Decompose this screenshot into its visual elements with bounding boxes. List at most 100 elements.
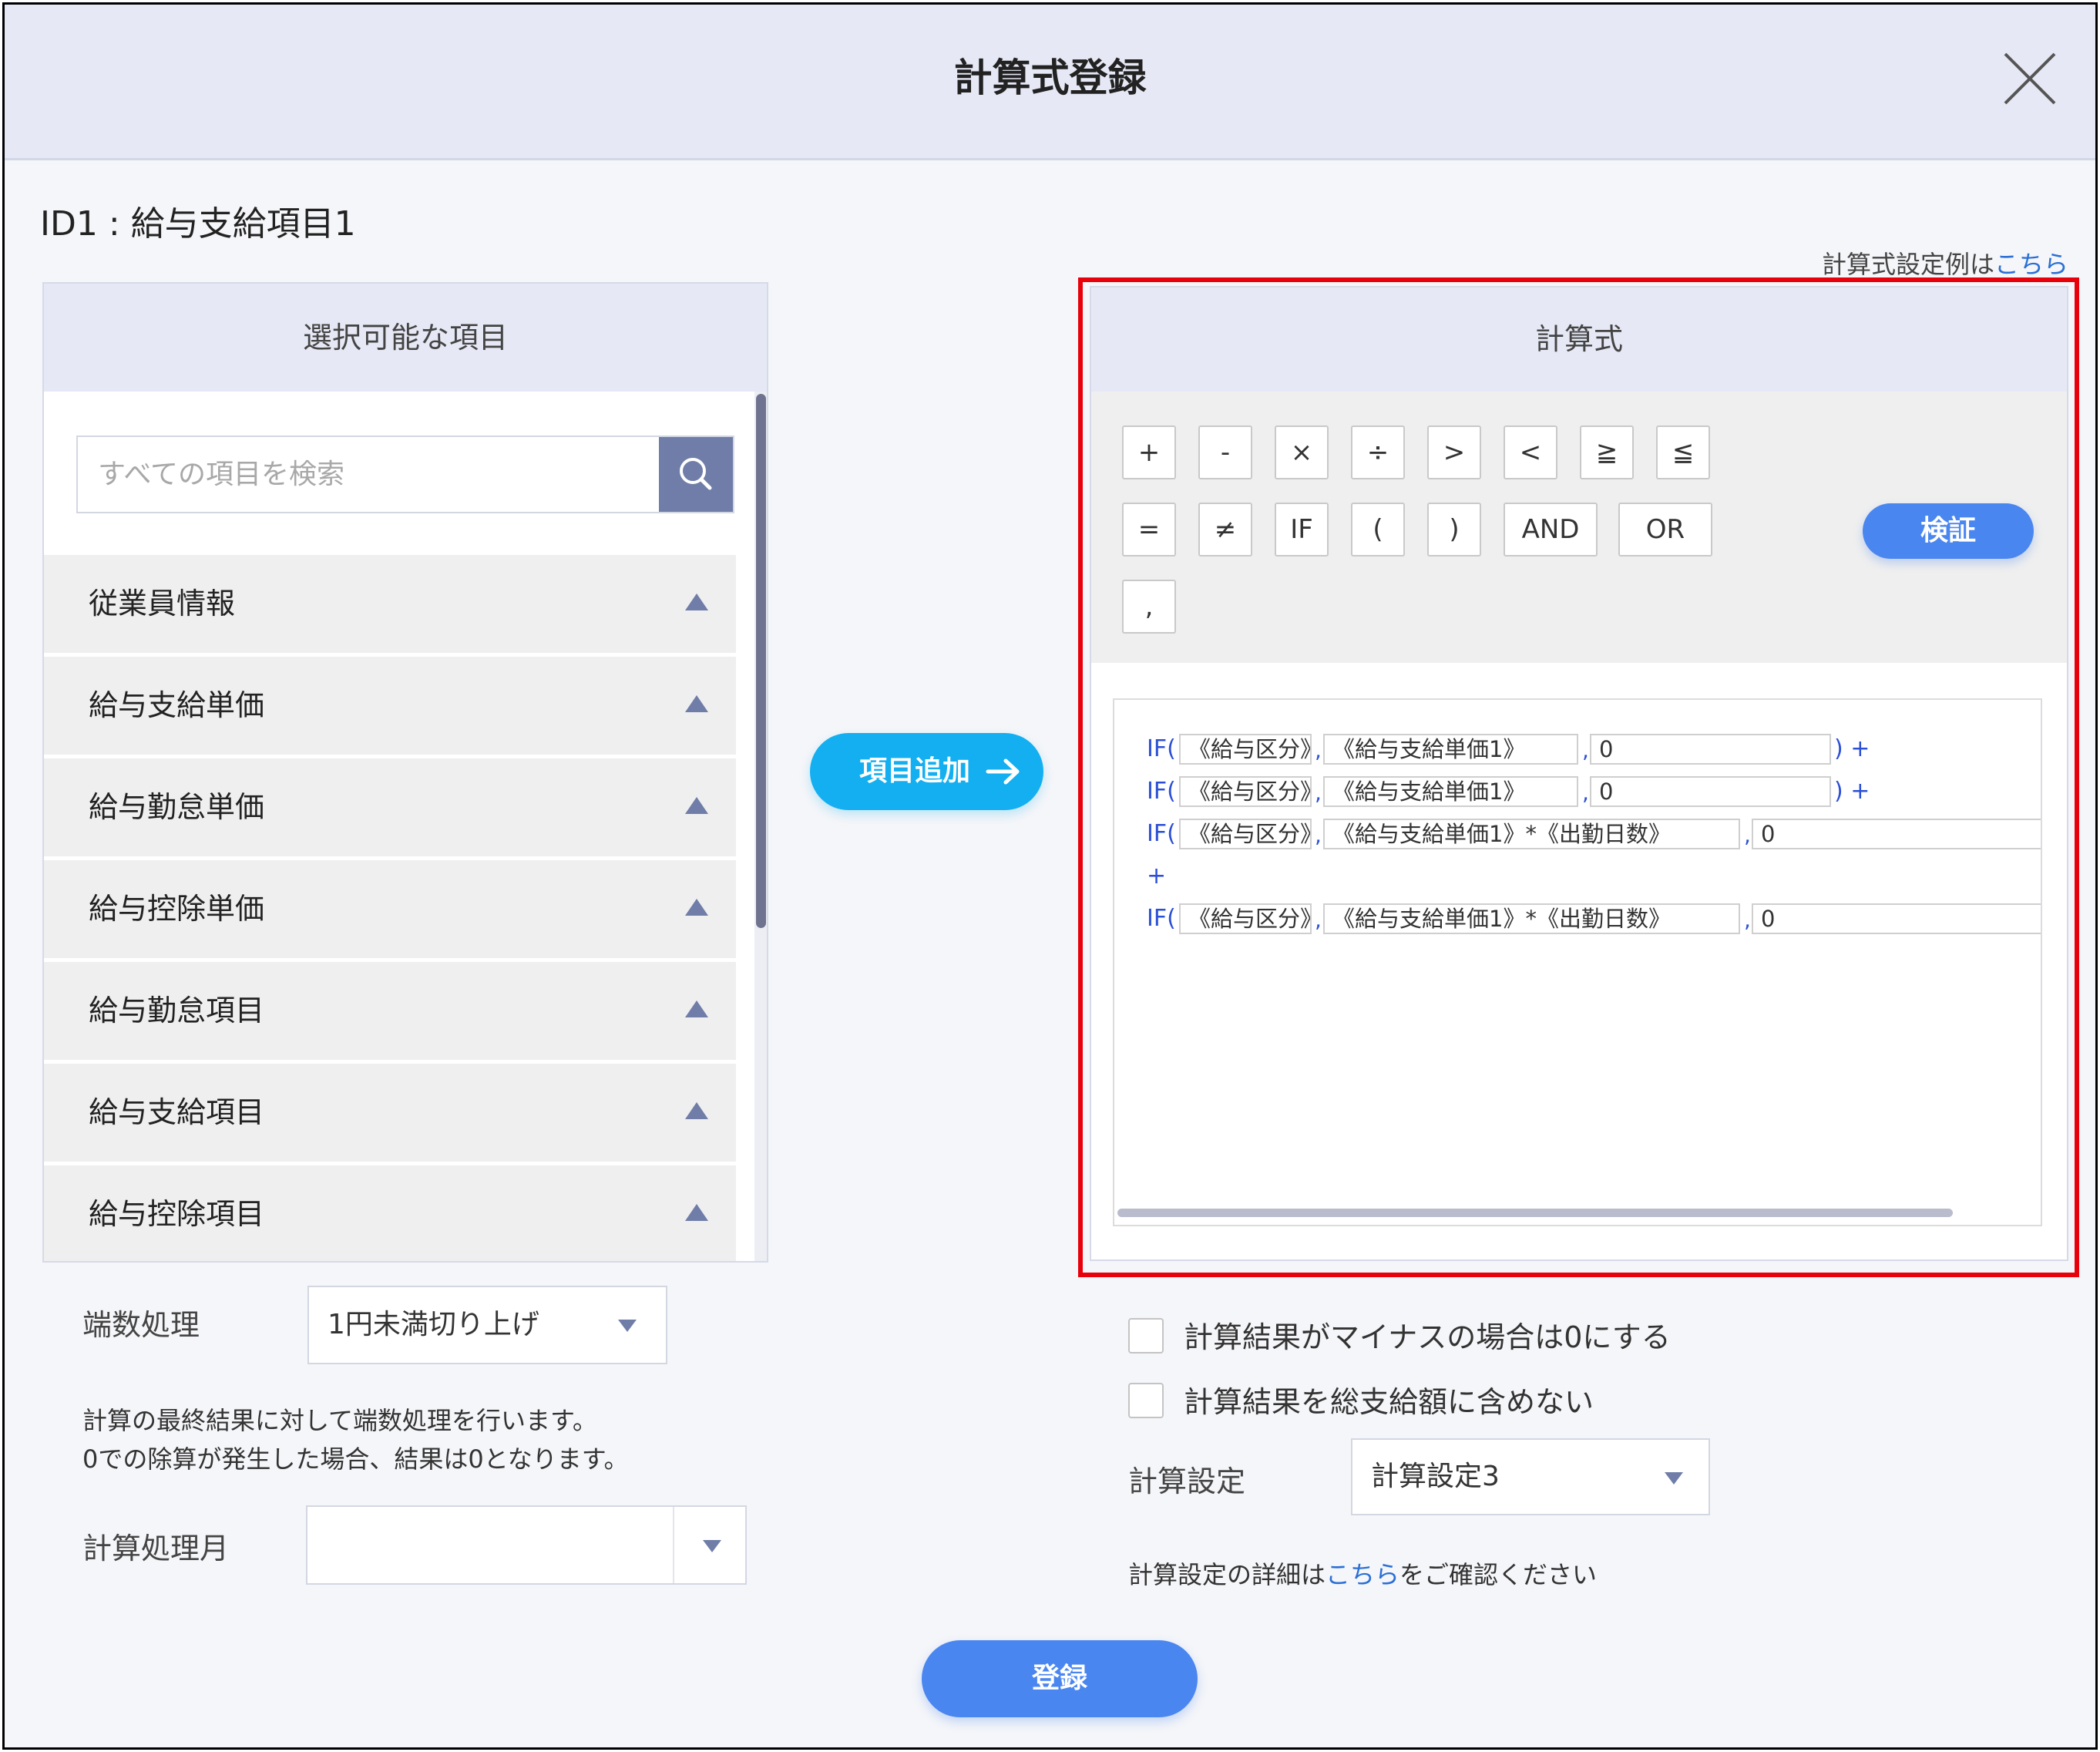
dialog-title: 計算式登録 xyxy=(953,55,1147,100)
formula-comma: , xyxy=(1315,780,1322,805)
search-input[interactable] xyxy=(78,437,656,512)
collapse-caret-icon[interactable] xyxy=(685,695,708,712)
operator-multiply-button[interactable]: × xyxy=(1275,425,1329,479)
category-item[interactable]: 給与控除項目 xyxy=(44,1165,736,1261)
dialog-header: 計算式登録 xyxy=(5,5,2095,160)
detail-link[interactable]: こちら xyxy=(1326,1560,1399,1589)
formula-dialog: 計算式登録 ID1 : 給与支給項目1 計算式設定例はこちら 選択可能な項目 従… xyxy=(2,2,2098,1750)
negative-zero-checkbox[interactable] xyxy=(1128,1318,1164,1354)
formula-comma: , xyxy=(1744,907,1751,933)
detail-prefix: 計算設定の詳細は xyxy=(1128,1560,1326,1589)
collapse-caret-icon[interactable] xyxy=(685,797,708,814)
formula-tail: ) + xyxy=(1834,735,1870,762)
list-scrollbar-thumb[interactable] xyxy=(756,394,766,928)
formula-true-field[interactable]: 《給与支給単価1》*《出勤日数》 xyxy=(1323,819,1740,849)
selectable-items-title: 選択可能な項目 xyxy=(44,284,767,392)
formula-condition-field[interactable]: 《給与区分》=4 xyxy=(1179,903,1312,934)
operator-and-button[interactable]: AND xyxy=(1504,503,1598,557)
chevron-down-icon xyxy=(618,1320,637,1332)
operator-area: + - × ÷ > < ≧ ≦ = ≠ IF ( ) AND OR , 検証 xyxy=(1091,392,2067,663)
calc-setting-select[interactable]: 計算設定3 xyxy=(1351,1438,1710,1515)
formula-comma: , xyxy=(1315,822,1322,848)
formula-row: + xyxy=(1114,858,2041,895)
operator-plus-button[interactable]: + xyxy=(1122,425,1176,479)
calc-setting-label: 計算設定 xyxy=(1128,1464,1246,1498)
search-box xyxy=(76,435,734,513)
rounding-label: 端数処理 xyxy=(82,1308,200,1342)
formula-row: IF( 《給与区分》=2 , 《給与支給単価1》 , 0 ) + xyxy=(1114,773,2041,810)
formula-title: 計算式 xyxy=(1091,288,2067,392)
register-button[interactable]: 登録 xyxy=(922,1640,1198,1717)
collapse-caret-icon[interactable] xyxy=(685,1204,708,1221)
collapse-caret-icon[interactable] xyxy=(685,594,708,610)
category-label: 給与勤怠単価 xyxy=(89,790,265,824)
example-link[interactable]: こちら xyxy=(1994,250,2068,279)
formula-row: IF( 《給与区分》=1 , 《給与支給単価1》 , 0 ) + xyxy=(1114,731,2041,768)
formula-tail: ) + xyxy=(1834,778,1870,805)
formula-comma: , xyxy=(1582,780,1589,805)
detail-suffix: をご確認ください xyxy=(1399,1560,1598,1589)
formula-condition-field[interactable]: 《給与区分》=1 xyxy=(1179,734,1312,765)
category-item[interactable]: 給与支給項目 xyxy=(44,1064,736,1162)
operator-equal-button[interactable]: = xyxy=(1122,503,1176,557)
formula-true-field[interactable]: 《給与支給単価1》 xyxy=(1323,776,1578,807)
operator-not-equal-button[interactable]: ≠ xyxy=(1198,503,1252,557)
formula-false-field[interactable]: 0 xyxy=(1752,819,2041,849)
collapse-caret-icon[interactable] xyxy=(685,1102,708,1119)
category-item[interactable]: 給与控除単価 xyxy=(44,860,736,958)
operator-greater-equal-button[interactable]: ≧ xyxy=(1580,425,1634,479)
operator-or-button[interactable]: OR xyxy=(1618,503,1712,557)
formula-editor[interactable]: IF( 《給与区分》=1 , 《給与支給単価1》 , 0 ) + xyxy=(1113,698,2042,1226)
formula-comma: , xyxy=(1315,738,1322,763)
negative-zero-label: 計算結果がマイナスの場合は0にする xyxy=(1184,1320,1671,1354)
formula-false-field[interactable]: 0 xyxy=(1752,903,2041,934)
operator-minus-button[interactable]: - xyxy=(1198,425,1252,479)
exclude-total-label: 計算結果を総支給額に含めない xyxy=(1184,1385,1594,1419)
operator-less-button[interactable]: < xyxy=(1504,425,1557,479)
rounding-note: 計算の最終結果に対して端数処理を行います。 0での除算が発生した場合、結果は0と… xyxy=(82,1401,629,1478)
operator-comma-button[interactable]: , xyxy=(1122,580,1176,634)
operator-open-paren-button[interactable]: ( xyxy=(1351,503,1405,557)
operator-greater-button[interactable]: > xyxy=(1427,425,1481,479)
rounding-value: 1円未満切り上げ xyxy=(328,1309,539,1340)
category-item[interactable]: 給与勤怠項目 xyxy=(44,962,736,1060)
formula-horizontal-scrollbar[interactable] xyxy=(1117,1209,1953,1217)
formula-comma: , xyxy=(1744,822,1751,848)
category-item[interactable]: 従業員情報 xyxy=(44,555,736,653)
formula-condition-field[interactable]: 《給与区分》=3 xyxy=(1179,819,1312,849)
search-button[interactable] xyxy=(659,437,733,512)
add-item-button[interactable]: 項目追加 xyxy=(810,733,1043,810)
operator-less-equal-button[interactable]: ≦ xyxy=(1656,425,1710,479)
formula-function: IF( xyxy=(1147,820,1176,847)
category-label: 従業員情報 xyxy=(89,587,236,620)
formula-condition-field[interactable]: 《給与区分》=2 xyxy=(1179,776,1312,807)
formula-function: IF( xyxy=(1147,778,1176,805)
calc-month-select[interactable] xyxy=(306,1505,747,1585)
operator-close-paren-button[interactable]: ) xyxy=(1427,503,1481,557)
example-note: 計算式設定例はこちら xyxy=(1822,245,2068,281)
formula-function: IF( xyxy=(1147,735,1176,762)
rounding-select[interactable]: 1円未満切り上げ xyxy=(307,1286,667,1364)
select-divider xyxy=(673,1507,674,1583)
close-icon[interactable] xyxy=(2001,49,2059,108)
rounding-note-line: 計算の最終結果に対して端数処理を行います。 xyxy=(82,1406,597,1435)
formula-true-field[interactable]: 《給与支給単価1》 xyxy=(1323,734,1578,765)
category-label: 給与支給単価 xyxy=(89,688,265,722)
formula-true-field[interactable]: 《給与支給単価1》*《出勤日数》 xyxy=(1323,903,1740,934)
verify-button[interactable]: 検証 xyxy=(1863,503,2034,559)
category-list: 従業員情報 給与支給単価 給与勤怠単価 給与控除単価 給与勤怠項目 給与支給項目… xyxy=(44,555,736,1261)
operator-divide-button[interactable]: ÷ xyxy=(1351,425,1405,479)
exclude-total-checkbox[interactable] xyxy=(1128,1383,1164,1418)
calc-month-label: 計算処理月 xyxy=(82,1532,230,1565)
formula-false-field[interactable]: 0 xyxy=(1590,776,1831,807)
formula-false-field[interactable]: 0 xyxy=(1590,734,1831,765)
collapse-caret-icon[interactable] xyxy=(685,899,708,916)
collapse-caret-icon[interactable] xyxy=(685,1000,708,1017)
category-label: 給与支給項目 xyxy=(89,1095,265,1129)
screen: 計算式登録 ID1 : 給与支給項目1 計算式設定例はこちら 選択可能な項目 従… xyxy=(0,0,2100,1752)
selectable-items-panel: 選択可能な項目 従業員情報 給与支給単価 給与勤怠単価 給与控除単価 給与勤怠項… xyxy=(42,282,768,1263)
category-item[interactable]: 給与勤怠単価 xyxy=(44,758,736,856)
category-item[interactable]: 給与支給単価 xyxy=(44,657,736,755)
category-label: 給与控除項目 xyxy=(89,1197,265,1231)
operator-if-button[interactable]: IF xyxy=(1275,503,1329,557)
